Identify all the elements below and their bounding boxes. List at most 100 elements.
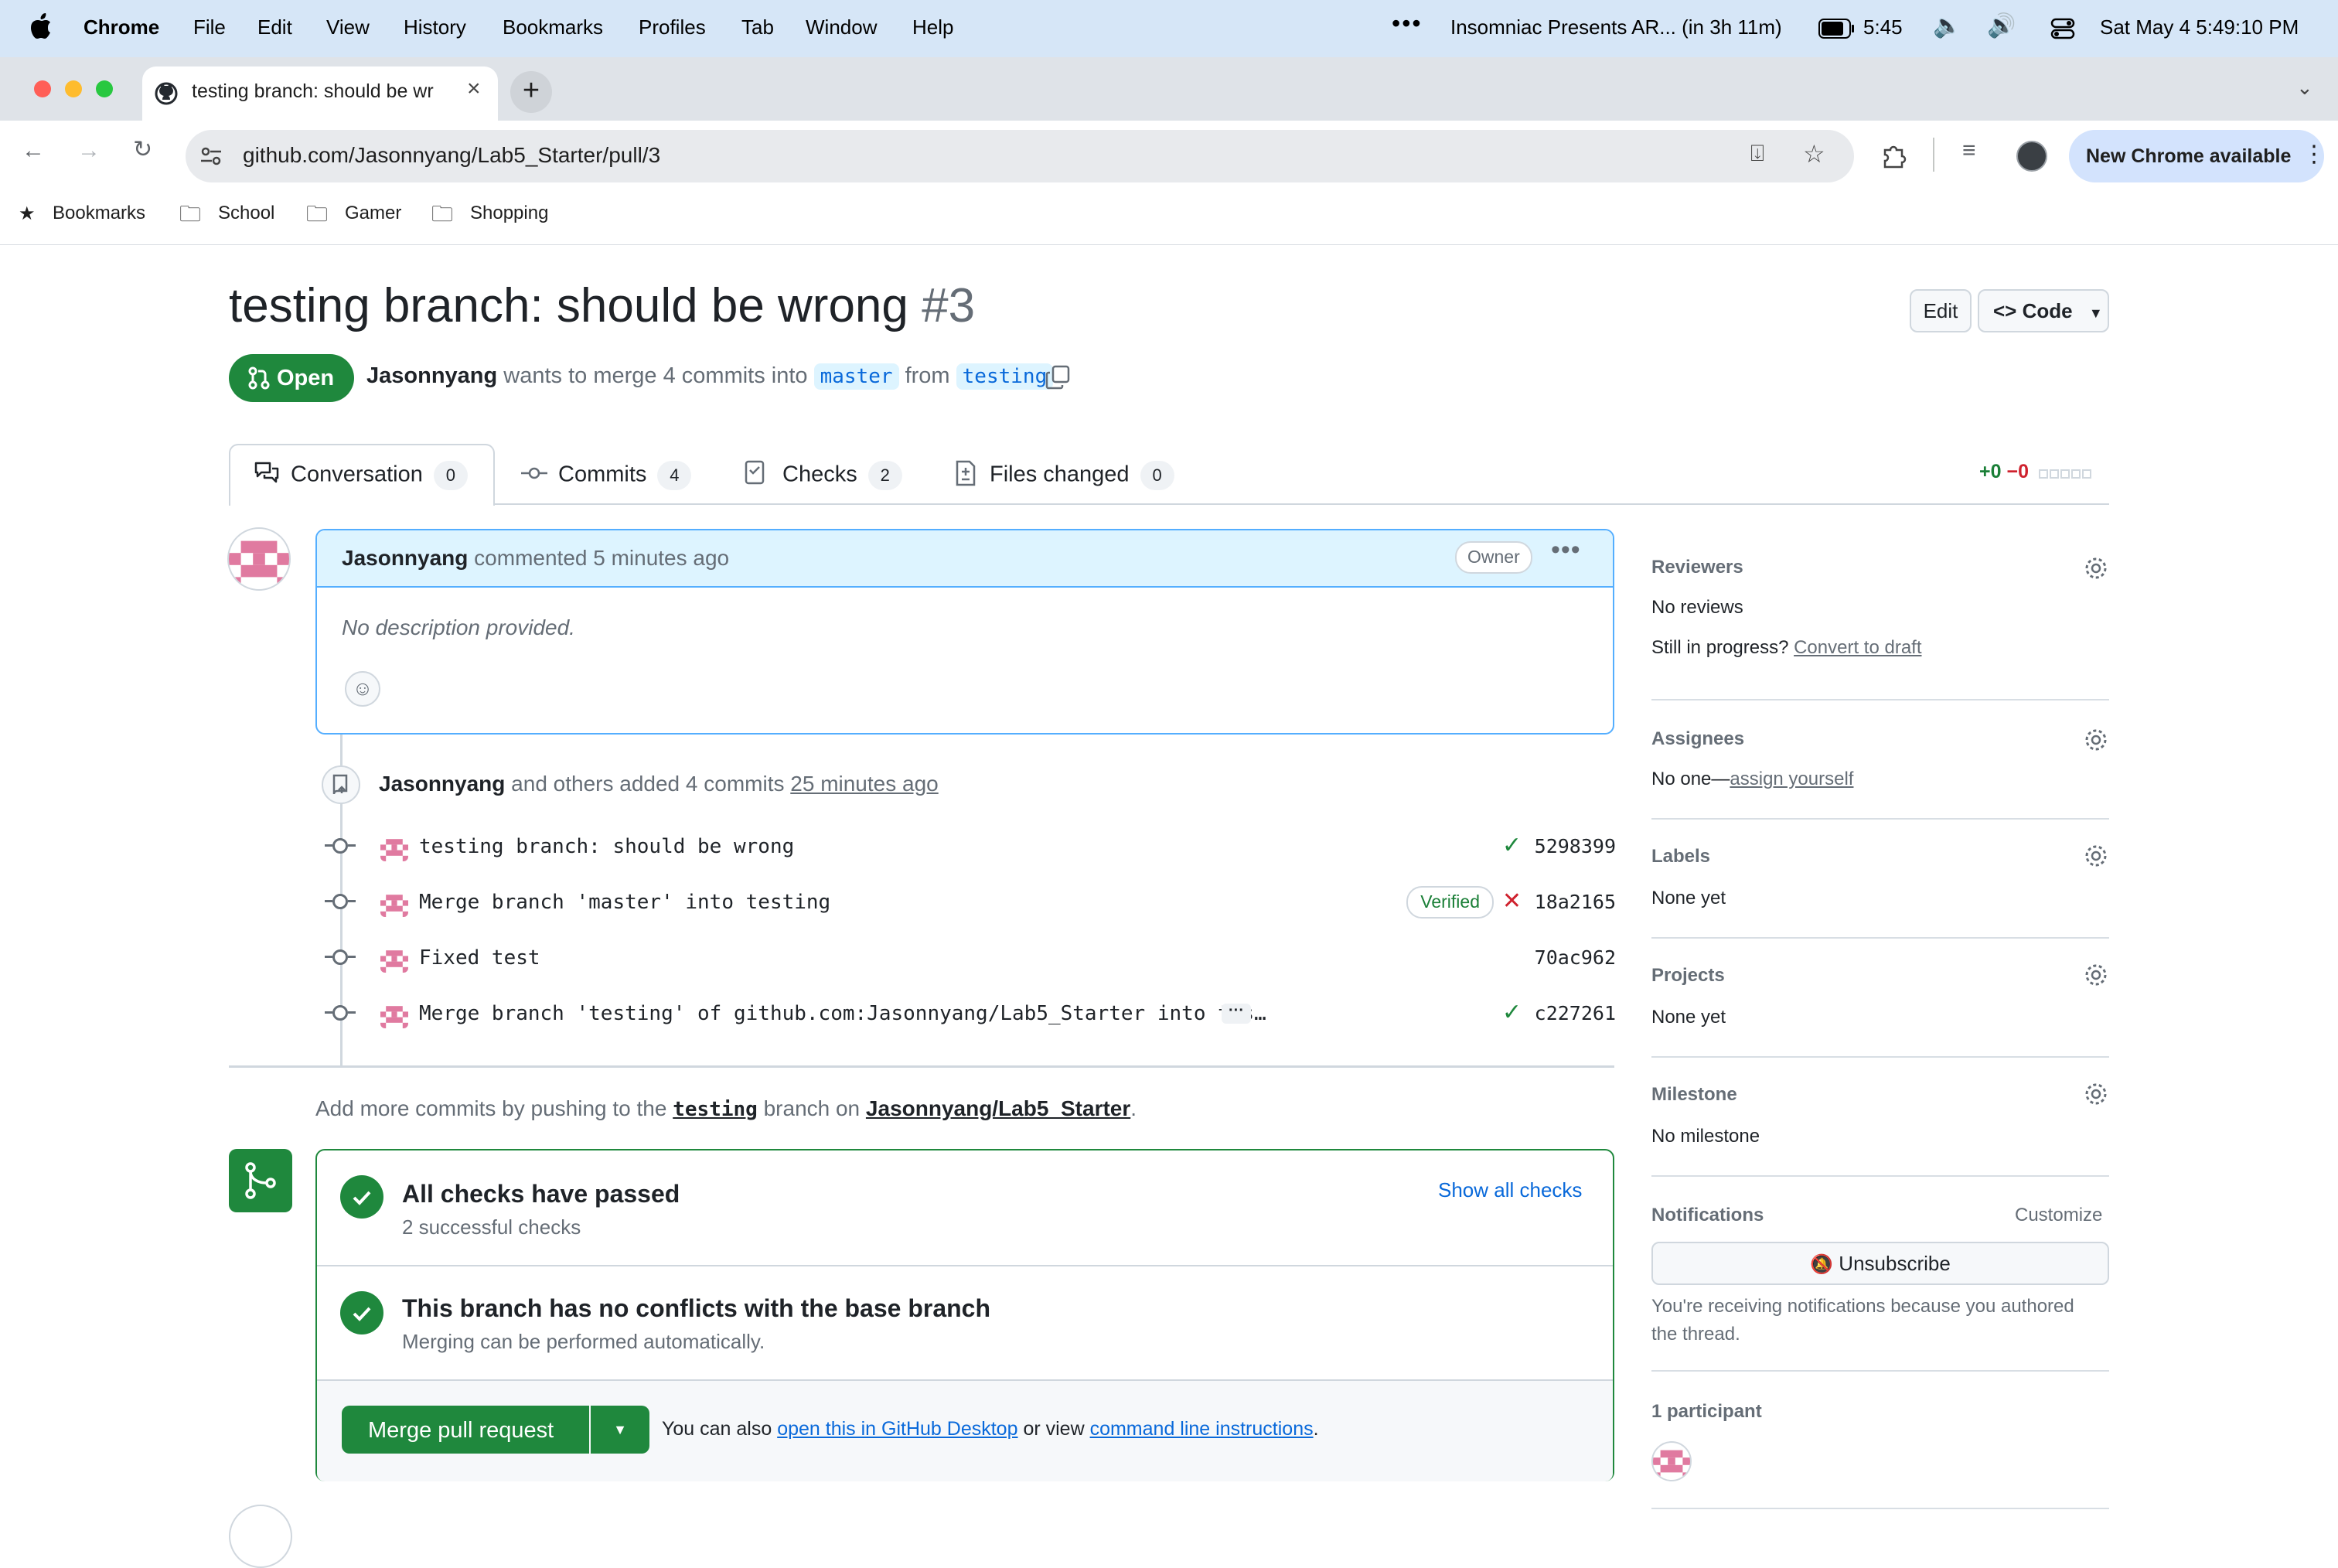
expand-commit-message-button[interactable]: ··· [1222,1003,1251,1024]
comment-options-icon[interactable]: ••• [1551,535,1581,565]
tab-commits[interactable]: Commits 4 [558,461,692,490]
push-hint-branch[interactable]: testing [673,1098,758,1121]
participant-avatar[interactable] [1651,1441,1692,1481]
address-bar[interactable]: github.com/Jasonnyang/Lab5_Starter/pull/… [186,130,1854,182]
menu-profiles[interactable]: Profiles [639,15,706,39]
site-info-icon[interactable] [199,145,223,167]
speaker-icon-2[interactable]: 🔊 [1987,12,2016,39]
menu-history[interactable]: History [404,15,466,39]
customize-notifications-link[interactable]: Customize [2015,1205,2102,1226]
bookmark-folder-shopping[interactable]: Shopping [470,203,548,224]
assignees-heading[interactable]: Assignees [1651,728,1744,750]
menu-tab[interactable]: Tab [741,15,774,39]
close-window-button[interactable] [34,80,51,97]
bookmark-folder-school[interactable]: School [218,203,274,224]
chrome-menu-icon[interactable]: ⋮ [2302,141,2326,168]
menu-edit[interactable]: Edit [257,15,292,39]
reviewers-heading[interactable]: Reviewers [1651,557,1743,578]
menubar-clock[interactable]: Sat May 4 5:49:10 PM [2100,15,2299,39]
tab-files-changed[interactable]: Files changed 0 [990,461,1174,490]
convert-to-draft-link[interactable]: Convert to draft [1794,637,1921,658]
commit-author-avatar[interactable] [380,833,408,861]
milestone-heading[interactable]: Milestone [1651,1084,1737,1106]
commits-time-link[interactable]: 25 minutes ago [790,772,938,796]
merge-options-caret-icon[interactable]: ▼ [591,1406,649,1454]
tab-checks[interactable]: Checks 2 [782,461,902,490]
check-fail-icon[interactable]: ✕ [1502,888,1522,915]
close-tab-icon[interactable]: × [467,76,481,102]
push-hint-repo-link[interactable]: Jasonnyang/Lab5_Starter [866,1096,1130,1120]
apple-icon[interactable] [29,12,53,40]
pr-author-link[interactable]: Jasonnyang [366,363,497,388]
zoom-window-button[interactable] [96,80,113,97]
code-dropdown-button[interactable]: <> Code ▼ [1978,289,2109,332]
reload-icon[interactable]: ↻ [133,136,152,163]
menu-window[interactable]: Window [806,15,877,39]
check-pass-icon[interactable]: ✓ [1502,832,1522,859]
new-tab-button[interactable]: + [510,71,552,113]
github-desktop-link[interactable]: open this in GitHub Desktop [777,1418,1017,1440]
speaker-icon-1[interactable]: 🔈 [1933,12,1961,39]
minimize-window-button[interactable] [65,80,82,97]
install-app-icon[interactable]: ⍗ [1750,141,1764,167]
url-text[interactable]: github.com/Jasonnyang/Lab5_Starter/pull/… [243,143,660,168]
assign-yourself-link[interactable]: assign yourself [1730,769,1853,789]
commit-message-link[interactable]: testing branch: should be wrong [419,835,794,858]
commit-message-link[interactable]: Merge branch 'master' into testing [419,891,830,914]
commit-author-avatar[interactable] [380,1000,408,1028]
commit-sha-link[interactable]: c227261 [1535,1002,1616,1024]
base-branch-label[interactable]: master [813,363,899,390]
unsubscribe-button[interactable]: 🔕 Unsubscribe [1651,1242,2109,1285]
media-controls-icon[interactable]: ≡ [1962,138,1976,164]
edit-title-button[interactable]: Edit [1910,289,1972,332]
commit-node-icon [325,838,356,854]
commit-sha-link[interactable]: 70ac962 [1535,946,1616,969]
comment-timestamp[interactable]: commented 5 minutes ago [474,546,729,570]
commit-author-avatar[interactable] [380,945,408,973]
commit-row: Fixed test 70ac962 [325,936,1616,982]
head-branch-label[interactable]: testing [956,363,1054,390]
merge-pull-request-button[interactable]: Merge pull request [342,1406,589,1454]
back-icon[interactable]: ← [22,138,45,164]
commit-message-link[interactable]: Merge branch 'testing' of github.com:Jas… [419,1002,1266,1025]
gear-icon[interactable] [2083,1081,2109,1107]
menu-app-name[interactable]: Chrome [84,15,159,39]
tab-search-chevron-icon[interactable]: ⌄ [2296,76,2313,100]
commit-sha-link[interactable]: 18a2165 [1535,891,1616,913]
browser-tab-active[interactable]: testing branch: should be wr × [142,66,498,121]
check-pass-icon[interactable]: ✓ [1502,999,1522,1026]
gear-icon[interactable] [2083,727,2109,753]
gear-icon[interactable] [2083,962,2109,988]
menu-bookmarks[interactable]: Bookmarks [503,15,603,39]
forward-icon[interactable]: → [77,138,101,164]
now-playing-text[interactable]: Insomniac Presents AR... (in 3h 11m) [1450,15,1782,39]
battery-icon[interactable] [1818,19,1856,39]
copy-icon[interactable] [1045,365,1070,390]
bookmark-folder-gamer[interactable]: Gamer [345,203,401,224]
commits-author-link[interactable]: Jasonnyang [379,772,505,796]
comment-author-avatar[interactable] [227,527,291,591]
bookmark-star-icon[interactable]: ☆ [1803,139,1825,169]
commit-message-link[interactable]: Fixed test [419,946,540,970]
add-reaction-smiley-icon[interactable]: ☺ [345,671,380,707]
new-chrome-available-button[interactable]: New Chrome available ⋮ [2069,130,2326,182]
new-comment-avatar[interactable] [229,1505,292,1568]
comment-author-link[interactable]: Jasonnyang [342,546,468,570]
projects-heading[interactable]: Projects [1651,965,1725,987]
verified-badge[interactable]: Verified [1406,886,1494,919]
more-icon[interactable]: ••• [1392,9,1423,38]
command-line-instructions-link[interactable]: command line instructions [1090,1418,1314,1440]
show-all-checks-link[interactable]: Show all checks [1438,1178,1582,1202]
labels-heading[interactable]: Labels [1651,846,1710,868]
extensions-icon[interactable] [1880,142,1908,170]
bookmark-all-bookmarks[interactable]: Bookmarks [53,203,145,224]
commit-sha-link[interactable]: 5298399 [1535,835,1616,857]
gear-icon[interactable] [2083,843,2109,869]
profile-avatar[interactable] [2016,141,2047,172]
gear-icon[interactable] [2083,555,2109,581]
control-center-icon[interactable] [2050,17,2075,40]
menu-help[interactable]: Help [912,15,953,39]
commit-author-avatar[interactable] [380,889,408,917]
menu-file[interactable]: File [193,15,226,39]
menu-view[interactable]: View [326,15,370,39]
